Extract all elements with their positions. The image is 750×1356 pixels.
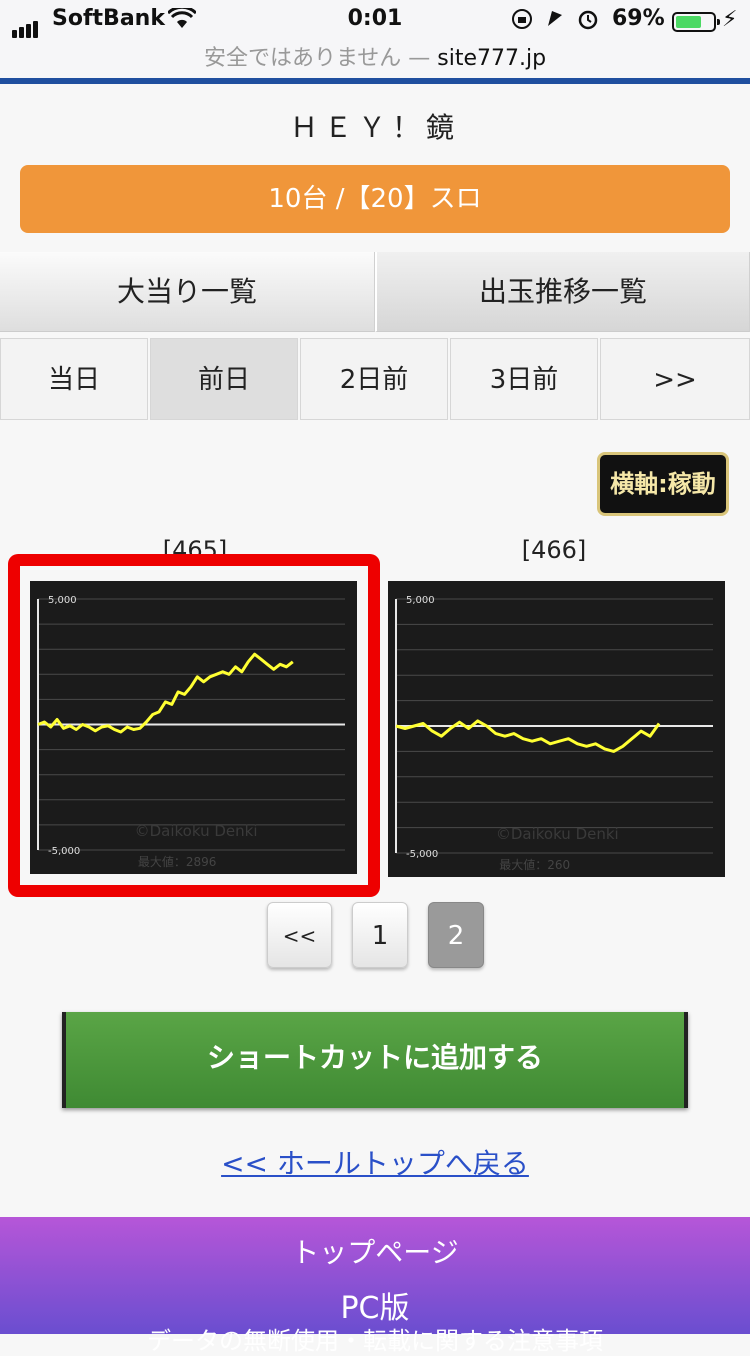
day-selector: 当日 前日 2日前 3日前 >>: [0, 338, 750, 420]
url-bar[interactable]: 安全ではありません — site777.jp: [0, 40, 750, 72]
security-warning: 安全ではありません —: [203, 46, 438, 71]
day-tab-3-days-ago[interactable]: 3日前: [450, 338, 598, 420]
charging-icon: ⚡: [722, 7, 738, 32]
header-divider: [0, 78, 750, 84]
page-title: ＨＥＹ！鏡: [289, 111, 460, 144]
chart-466[interactable]: 5,000 -5,000 ©Daikoku Denki 最大値：260: [388, 581, 725, 877]
day-tab-more[interactable]: >>: [600, 338, 750, 420]
payout-chart-466: 5,000 -5,000 ©Daikoku Denki 最大値：260: [395, 595, 713, 872]
tab-jackpot-list[interactable]: 大当り一覧: [0, 252, 375, 332]
tab-payout-trend[interactable]: 出玉推移一覧: [375, 252, 750, 332]
selection-highlight: [8, 554, 380, 897]
status-bar: SoftBank 0:01 69% ⚡ 安全ではありません — site777.…: [0, 0, 750, 78]
battery-icon: [672, 12, 720, 32]
footer: トップページ PC版 データの無断使用・転載に関する注意事項: [0, 1217, 750, 1355]
prev-page-button[interactable]: <<: [267, 902, 332, 968]
back-to-hall-link[interactable]: << ホールトップへ戻る: [0, 1142, 750, 1182]
max-value-label: 最大値：260: [499, 857, 570, 872]
day-tab-today[interactable]: 当日: [0, 338, 148, 420]
machine-info-bar[interactable]: 10台 /【20】スロ: [20, 165, 730, 233]
day-tab-2-days-ago[interactable]: 2日前: [300, 338, 448, 420]
axis-toggle-button[interactable]: 横軸:稼動: [597, 452, 729, 516]
footer-notice-link[interactable]: データの無断使用・転載に関する注意事項: [0, 1321, 750, 1356]
page-1-button[interactable]: 1: [352, 902, 408, 968]
footer-top-page-link[interactable]: トップページ: [0, 1231, 750, 1271]
add-shortcut-button[interactable]: ショートカットに追加する: [62, 1012, 688, 1108]
battery-percent: 69%: [612, 6, 665, 31]
rotation-lock-icon: [512, 9, 532, 29]
alarm-icon: [578, 10, 598, 30]
watermark: ©Daikoku Denki: [496, 825, 619, 843]
y-tick-label-top: 5,000: [406, 595, 435, 606]
y-tick-label-bottom: -5,000: [406, 849, 438, 860]
main-tabs: 大当り一覧 出玉推移一覧: [0, 252, 750, 332]
day-tab-yesterday[interactable]: 前日: [150, 338, 298, 420]
page-2-button[interactable]: 2: [428, 902, 484, 968]
url-domain: site777.jp: [437, 46, 547, 71]
chart-label-466: [466]: [521, 536, 587, 564]
location-icon: [548, 11, 562, 26]
status-icons: [510, 6, 606, 38]
